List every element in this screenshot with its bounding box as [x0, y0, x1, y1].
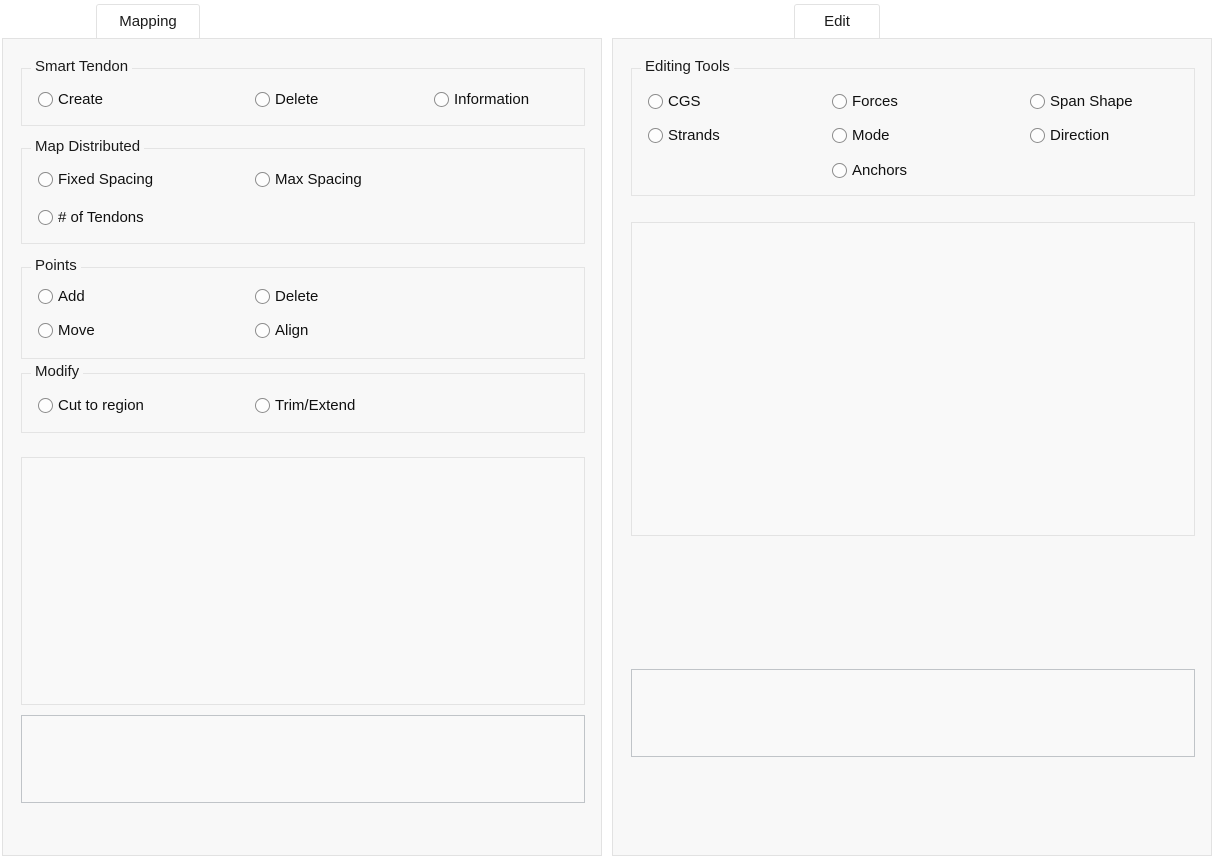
group-map-distributed: Map Distributed Fixed Spacing Max Spacin… — [21, 148, 585, 244]
radio-create-label: Create — [58, 91, 103, 108]
radio-point-add-indicator[interactable] — [38, 289, 53, 304]
radio-cut-to-region-label: Cut to region — [58, 397, 144, 414]
edit-content-area[interactable] — [631, 222, 1195, 536]
tab-strip: Mapping Edit — [0, 0, 1214, 38]
radio-direction-label: Direction — [1050, 127, 1109, 144]
radio-point-delete-label: Delete — [275, 288, 318, 305]
radio-forces-label: Forces — [852, 93, 898, 110]
radio-point-delete[interactable]: Delete — [255, 285, 318, 307]
edit-panel: Editing Tools CGS Forces Span Shape Stra… — [612, 38, 1212, 856]
radio-point-move-label: Move — [58, 322, 95, 339]
group-map-distributed-title: Map Distributed — [31, 139, 144, 155]
radio-span-shape[interactable]: Span Shape — [1030, 90, 1133, 112]
group-editing-tools: Editing Tools CGS Forces Span Shape Stra… — [631, 68, 1195, 196]
radio-direction[interactable]: Direction — [1030, 124, 1109, 146]
radio-create[interactable]: Create — [38, 88, 103, 110]
radio-trim-extend[interactable]: Trim/Extend — [255, 394, 355, 416]
radio-point-move-indicator[interactable] — [38, 323, 53, 338]
tab-edit[interactable]: Edit — [794, 4, 880, 38]
radio-cgs-indicator[interactable] — [648, 94, 663, 109]
radio-delete-tendon-label: Delete — [275, 91, 318, 108]
radio-number-of-tendons-label: # of Tendons — [58, 209, 144, 226]
radio-max-spacing-label: Max Spacing — [275, 171, 362, 188]
radio-max-spacing-indicator[interactable] — [255, 172, 270, 187]
edit-status-area[interactable] — [631, 669, 1195, 757]
group-smart-tendon-title: Smart Tendon — [31, 59, 132, 75]
radio-fixed-spacing-label: Fixed Spacing — [58, 171, 153, 188]
radio-strands-label: Strands — [668, 127, 720, 144]
tab-mapping[interactable]: Mapping — [96, 4, 200, 38]
radio-anchors-indicator[interactable] — [832, 163, 847, 178]
radio-create-indicator[interactable] — [38, 92, 53, 107]
radio-point-align-label: Align — [275, 322, 308, 339]
radio-point-align[interactable]: Align — [255, 319, 308, 341]
radio-point-move[interactable]: Move — [38, 319, 95, 341]
radio-cgs-label: CGS — [668, 93, 701, 110]
radio-span-shape-indicator[interactable] — [1030, 94, 1045, 109]
radio-number-of-tendons[interactable]: # of Tendons — [38, 206, 144, 228]
radio-point-align-indicator[interactable] — [255, 323, 270, 338]
radio-span-shape-label: Span Shape — [1050, 93, 1133, 110]
radio-delete-tendon-indicator[interactable] — [255, 92, 270, 107]
group-editing-tools-title: Editing Tools — [641, 59, 734, 75]
radio-cut-to-region-indicator[interactable] — [38, 398, 53, 413]
radio-point-delete-indicator[interactable] — [255, 289, 270, 304]
radio-mode-indicator[interactable] — [832, 128, 847, 143]
group-points: Points Add Delete Move Align — [21, 267, 585, 359]
mapping-status-area[interactable] — [21, 715, 585, 803]
tab-edit-label: Edit — [824, 13, 850, 30]
group-modify: Modify Cut to region Trim/Extend — [21, 373, 585, 433]
radio-forces[interactable]: Forces — [832, 90, 898, 112]
radio-information[interactable]: Information — [434, 88, 529, 110]
radio-mode[interactable]: Mode — [832, 124, 890, 146]
tab-mapping-label: Mapping — [119, 13, 177, 30]
group-modify-title: Modify — [31, 364, 83, 380]
radio-fixed-spacing-indicator[interactable] — [38, 172, 53, 187]
radio-cgs[interactable]: CGS — [648, 90, 701, 112]
radio-anchors-label: Anchors — [852, 162, 907, 179]
radio-mode-label: Mode — [852, 127, 890, 144]
radio-direction-indicator[interactable] — [1030, 128, 1045, 143]
radio-point-add-label: Add — [58, 288, 85, 305]
radio-number-of-tendons-indicator[interactable] — [38, 210, 53, 225]
radio-strands[interactable]: Strands — [648, 124, 720, 146]
radio-information-label: Information — [454, 91, 529, 108]
radio-delete-tendon[interactable]: Delete — [255, 88, 318, 110]
radio-max-spacing[interactable]: Max Spacing — [255, 168, 362, 190]
radio-point-add[interactable]: Add — [38, 285, 85, 307]
mapping-panel: Smart Tendon Create Delete Information M… — [2, 38, 602, 856]
radio-fixed-spacing[interactable]: Fixed Spacing — [38, 168, 153, 190]
radio-strands-indicator[interactable] — [648, 128, 663, 143]
radio-information-indicator[interactable] — [434, 92, 449, 107]
group-smart-tendon: Smart Tendon Create Delete Information — [21, 68, 585, 126]
radio-trim-extend-label: Trim/Extend — [275, 397, 355, 414]
group-points-title: Points — [31, 258, 81, 274]
radio-anchors[interactable]: Anchors — [832, 159, 907, 181]
radio-trim-extend-indicator[interactable] — [255, 398, 270, 413]
mapping-content-area[interactable] — [21, 457, 585, 705]
radio-forces-indicator[interactable] — [832, 94, 847, 109]
radio-cut-to-region[interactable]: Cut to region — [38, 394, 144, 416]
